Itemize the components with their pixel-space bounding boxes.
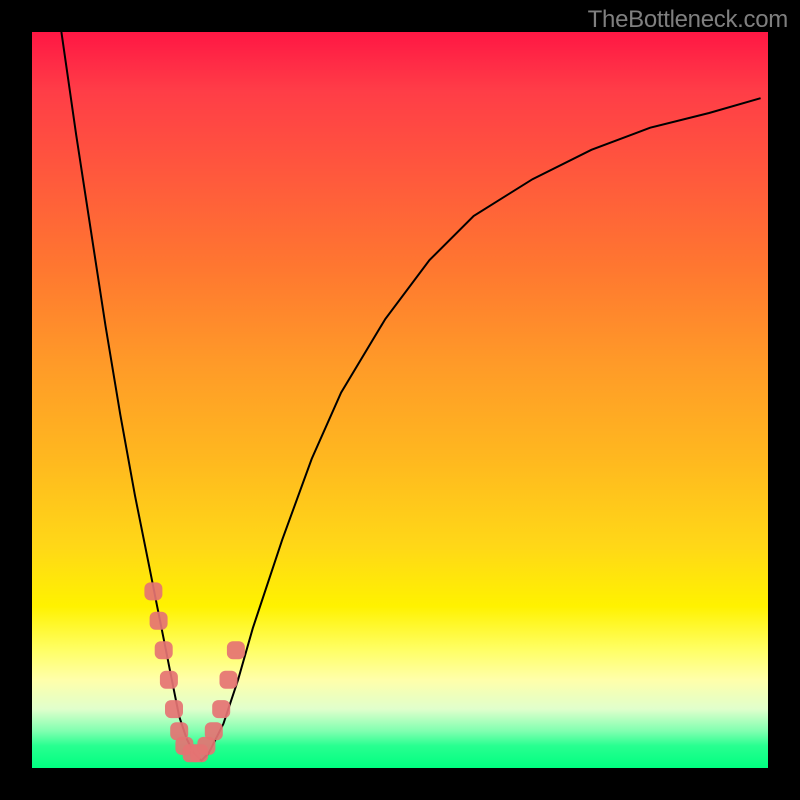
marker-point (212, 700, 230, 718)
marker-point (227, 641, 245, 659)
marker-point (144, 582, 162, 600)
highlighted-markers (144, 582, 245, 762)
chart-svg (32, 32, 768, 768)
marker-point (165, 700, 183, 718)
marker-point (160, 671, 178, 689)
watermark-text: TheBottleneck.com (588, 6, 788, 34)
marker-point (150, 612, 168, 630)
chart-plot-area (32, 32, 768, 768)
marker-point (155, 641, 173, 659)
marker-point (205, 722, 223, 740)
marker-point (220, 671, 238, 689)
